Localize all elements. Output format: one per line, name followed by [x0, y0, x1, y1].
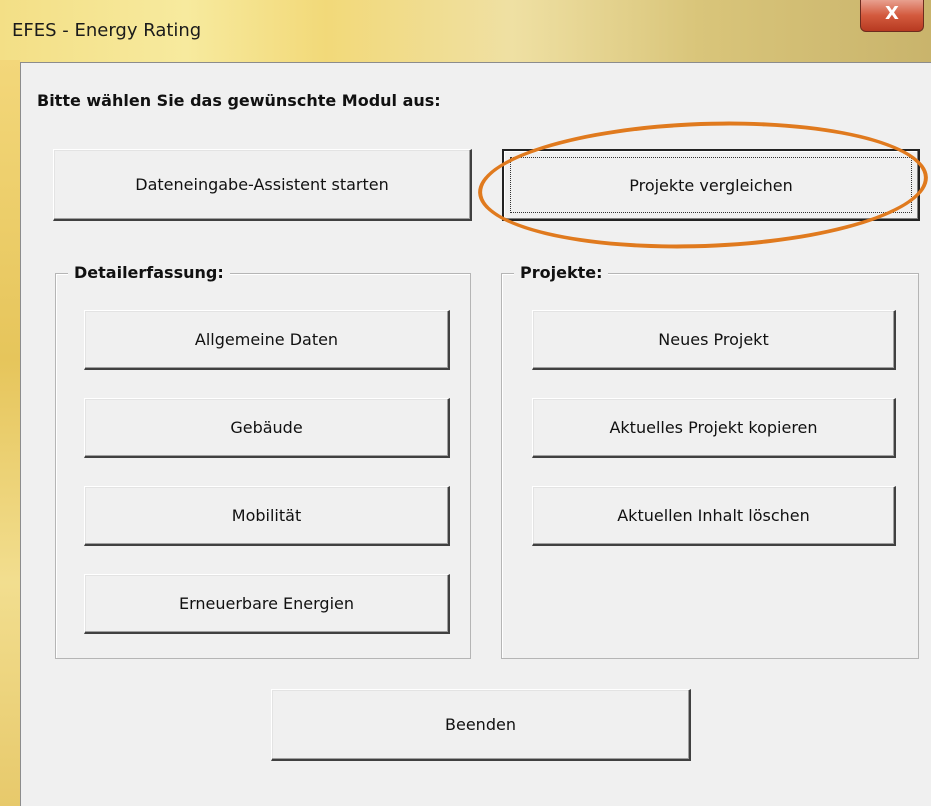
new-project-label: Neues Projekt: [658, 330, 769, 349]
detail-group: Detailerfassung: Allgemeine Daten Gebäud…: [55, 263, 471, 659]
detail-group-label: Detailerfassung:: [68, 263, 230, 282]
copy-project-button[interactable]: Aktuelles Projekt kopieren: [532, 398, 896, 458]
exit-label: Beenden: [445, 715, 516, 734]
renewable-energy-button[interactable]: Erneuerbare Energien: [84, 574, 450, 634]
close-icon: X: [885, 3, 899, 24]
compare-projects-button[interactable]: Projekte vergleichen: [502, 149, 920, 221]
dialog-client-area: Bitte wählen Sie das gewünschte Modul au…: [20, 62, 931, 806]
compare-projects-label: Projekte vergleichen: [629, 175, 793, 195]
building-label: Gebäude: [230, 418, 303, 437]
general-data-label: Allgemeine Daten: [194, 330, 339, 349]
renewable-energy-label: Erneuerbare Energien: [178, 594, 355, 613]
new-project-button[interactable]: Neues Projekt: [532, 310, 896, 370]
wizard-start-button[interactable]: Dateneingabe-Assistent starten: [53, 149, 472, 221]
wizard-start-label: Dateneingabe-Assistent starten: [135, 175, 389, 194]
title-bar[interactable]: EFES - Energy Rating X: [0, 0, 931, 62]
building-button[interactable]: Gebäude: [84, 398, 450, 458]
mobility-button[interactable]: Mobilität: [84, 486, 450, 546]
clear-content-button[interactable]: Aktuellen Inhalt löschen: [532, 486, 896, 546]
mobility-label: Mobilität: [231, 506, 302, 525]
window-frame-left: [0, 60, 20, 806]
window-title: EFES - Energy Rating: [12, 20, 202, 41]
clear-content-label: Aktuellen Inhalt löschen: [617, 506, 810, 525]
close-button[interactable]: X: [860, 0, 924, 32]
copy-project-label: Aktuelles Projekt kopieren: [609, 418, 818, 437]
general-data-button[interactable]: Allgemeine Daten: [84, 310, 450, 370]
projects-group-label: Projekte:: [514, 263, 609, 282]
module-heading: Bitte wählen Sie das gewünschte Modul au…: [37, 91, 441, 110]
exit-button[interactable]: Beenden: [271, 689, 691, 761]
projects-group: Projekte: Neues Projekt Aktuelles Projek…: [501, 263, 919, 659]
